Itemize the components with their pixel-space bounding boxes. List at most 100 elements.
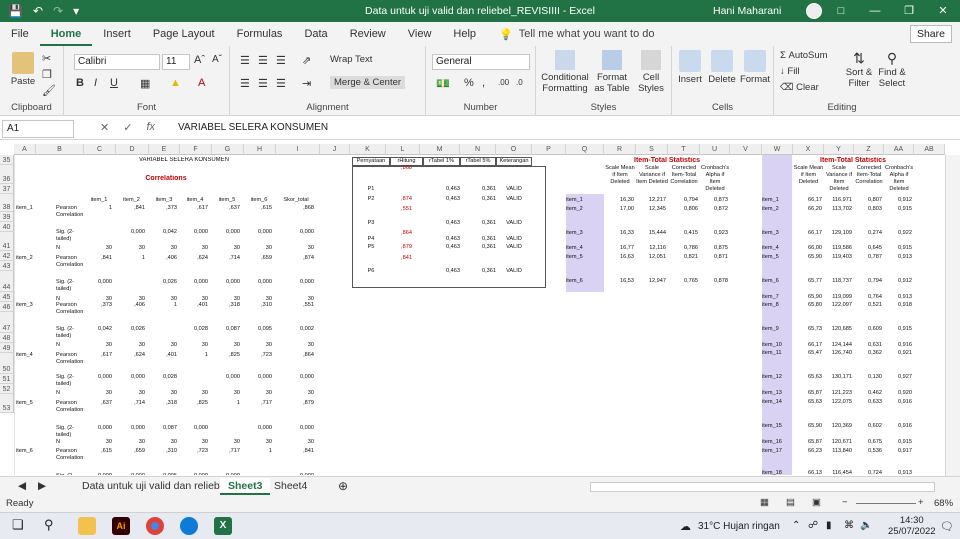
corr-value[interactable]: 30 xyxy=(212,439,240,446)
file-explorer-icon[interactable] xyxy=(78,517,96,535)
column-header-b[interactable]: B xyxy=(36,144,84,155)
item-total-header[interactable]: Corrected Item-Total Correlation xyxy=(854,165,884,195)
find-select-button[interactable]: ⚲ Find & Select xyxy=(876,50,908,89)
corr-value[interactable]: ,318 xyxy=(212,302,240,309)
corr-value[interactable]: 0,042 xyxy=(149,229,177,236)
item-total-value[interactable]: 0,675 xyxy=(854,439,882,446)
item-total-header[interactable]: Scale Variance if Item Deleted xyxy=(824,165,854,195)
row-header-43[interactable]: 43 xyxy=(0,261,14,271)
corr-value[interactable]: 0,000 xyxy=(276,374,314,381)
page-layout-icon[interactable]: ▤ xyxy=(786,497,795,508)
enter-icon[interactable]: ✓ xyxy=(123,121,132,134)
column-header-k[interactable]: K xyxy=(350,144,386,155)
wifi-icon[interactable]: ⌘ xyxy=(844,520,854,531)
column-header-e[interactable]: E xyxy=(149,144,180,155)
corr-value[interactable]: 30 xyxy=(212,342,240,349)
corr-value[interactable]: ,717 xyxy=(212,448,240,455)
column-header-c[interactable]: C xyxy=(84,144,116,155)
corr-value[interactable]: 0,000 xyxy=(84,374,112,381)
item-total-value[interactable]: 0,786 xyxy=(668,245,698,252)
corr-value[interactable]: 30 xyxy=(244,342,272,349)
corr-value[interactable]: 0,000 xyxy=(212,279,240,286)
item-total-value[interactable]: 0,922 xyxy=(884,230,912,237)
horizontal-scrollbar[interactable] xyxy=(590,482,935,492)
row-header-53[interactable]: 53 xyxy=(0,394,14,413)
item-total-value[interactable]: 116,454 xyxy=(824,470,852,475)
item-total-value[interactable]: 0,912 xyxy=(884,197,912,204)
item-total-value[interactable]: 17,00 xyxy=(604,206,634,213)
item-total-item[interactable]: item_4 xyxy=(566,245,602,252)
corr-sig-label[interactable]: Sig. (2-tailed) xyxy=(56,473,83,475)
undo-icon[interactable]: ↶ xyxy=(33,4,43,18)
corr-value[interactable]: 30 xyxy=(244,439,272,446)
column-header-aa[interactable]: AA xyxy=(884,144,914,155)
item-total-value[interactable]: 129,109 xyxy=(824,230,852,237)
borders-icon[interactable]: ▦ xyxy=(140,77,150,90)
item-total-value[interactable]: 65,63 xyxy=(793,374,822,381)
minimize-icon[interactable]: — xyxy=(858,0,892,22)
item-total-item[interactable]: item_14 xyxy=(762,399,792,406)
corr-value[interactable]: ,318 xyxy=(149,400,177,407)
corr-value[interactable]: ,825 xyxy=(180,400,208,407)
item-total-value[interactable]: 0,913 xyxy=(884,254,912,261)
item-total-value[interactable]: 65,87 xyxy=(793,439,822,446)
item-total-value[interactable]: 0,917 xyxy=(884,448,912,455)
row-header-38[interactable]: 38 xyxy=(0,194,14,212)
item-total-item[interactable]: item_6 xyxy=(566,278,602,285)
corr-value[interactable]: 30 xyxy=(180,342,208,349)
column-header-s[interactable]: S xyxy=(636,144,668,155)
item-total-value[interactable]: 0,878 xyxy=(700,278,728,285)
item-total-value[interactable]: 120,685 xyxy=(824,326,852,333)
tab-view[interactable]: View xyxy=(397,22,443,46)
corr-value[interactable]: ,401 xyxy=(149,352,177,359)
corr-value[interactable]: 30 xyxy=(180,390,208,397)
item-total-header[interactable]: Scale Mean if Item Deleted xyxy=(793,165,824,195)
clear-button[interactable]: ⌫ Clear xyxy=(780,82,819,93)
corr-value[interactable] xyxy=(84,229,112,236)
corr-value[interactable]: 30 xyxy=(212,245,240,252)
corr-value[interactable]: 30 xyxy=(84,245,112,252)
conditional-formatting-button[interactable]: Conditional Formatting xyxy=(540,50,590,94)
item-total-value[interactable]: 119,403 xyxy=(824,254,852,261)
item-total-item[interactable]: item_8 xyxy=(762,302,792,309)
row-header-46[interactable]: 46 xyxy=(0,302,14,312)
item-total-value[interactable]: 65,73 xyxy=(793,326,822,333)
corr-n-label[interactable]: N xyxy=(56,439,83,446)
corr-n-label[interactable]: N xyxy=(56,342,83,349)
item-total-value[interactable]: 0,915 xyxy=(884,439,912,446)
formula-input[interactable]: VARIABEL SELERA KONSUMEN xyxy=(178,122,328,133)
corr-value[interactable]: ,617 xyxy=(180,205,208,212)
corr-value[interactable]: 30 xyxy=(149,390,177,397)
corr-value[interactable]: ,401 xyxy=(180,302,208,309)
corr-value[interactable]: ,637 xyxy=(84,400,112,407)
search-icon[interactable]: ⚲ xyxy=(44,517,62,535)
corr-item-label[interactable]: item_1 xyxy=(16,205,36,212)
corr-value[interactable]: ,868 xyxy=(276,205,314,212)
item-total-value[interactable]: 0,923 xyxy=(700,230,728,237)
column-header-n[interactable]: N xyxy=(460,144,496,155)
bold-button[interactable]: B xyxy=(76,77,84,89)
font-name-select[interactable]: Calibri xyxy=(74,54,160,70)
item-total-value[interactable]: 0,415 xyxy=(668,230,698,237)
item-total-item[interactable]: item_5 xyxy=(762,254,792,261)
tell-me-search[interactable]: Tell me what you want to do xyxy=(519,28,655,40)
item-total-value[interactable]: 0,806 xyxy=(668,206,698,213)
align-left-icon[interactable]: ☰ xyxy=(240,77,250,90)
column-header-d[interactable]: D xyxy=(116,144,149,155)
item-total-value[interactable]: 12,217 xyxy=(636,197,666,204)
corr-value[interactable]: 30 xyxy=(116,439,145,446)
windows-start-icon[interactable]: ❏ xyxy=(12,517,30,535)
corr-value[interactable]: ,551 xyxy=(276,302,314,309)
corr-value[interactable]: 0,000 xyxy=(276,279,314,286)
item-total-value[interactable]: 0,602 xyxy=(854,423,882,430)
column-header-a[interactable]: A xyxy=(14,144,36,155)
corr-value[interactable]: ,659 xyxy=(244,255,272,262)
add-sheet-icon[interactable]: ⊕ xyxy=(330,478,356,495)
corr-sig-label[interactable]: Sig. (2-tailed) xyxy=(56,279,83,293)
column-header-f[interactable]: F xyxy=(180,144,212,155)
item-total-value[interactable]: 0,645 xyxy=(854,245,882,252)
corr-n-label[interactable]: N xyxy=(56,245,83,252)
item-total-value[interactable]: 0,724 xyxy=(854,470,882,475)
corr-value[interactable]: 30 xyxy=(84,342,112,349)
item-total-value[interactable]: 12,345 xyxy=(636,206,666,213)
